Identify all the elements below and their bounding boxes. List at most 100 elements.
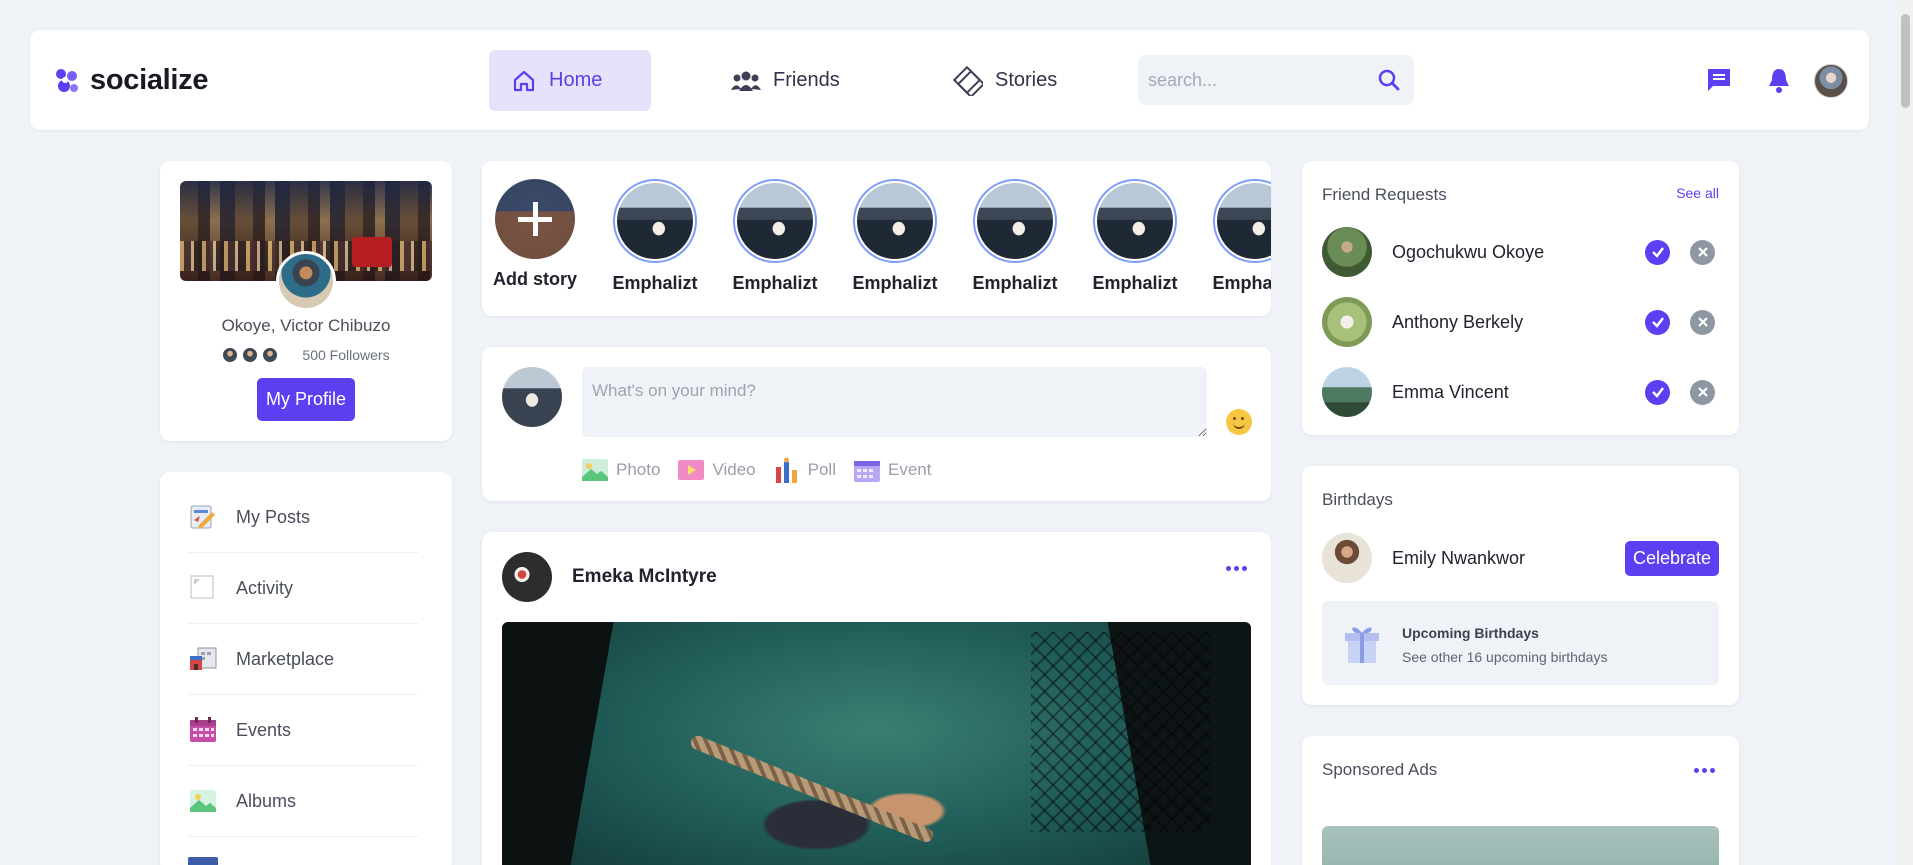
search-icon[interactable] (1376, 67, 1402, 93)
friend-requests-title: Friend Requests (1322, 185, 1447, 204)
plus-icon (518, 202, 552, 236)
poll-button[interactable]: Poll (774, 457, 836, 483)
story-thumbnail (617, 183, 693, 259)
story-item[interactable]: Emphalizt (605, 179, 705, 294)
upcoming-birthdays[interactable]: Upcoming Birthdays See other 16 upcoming… (1322, 601, 1719, 685)
ad-image[interactable] (1322, 826, 1719, 865)
poll-label: Poll (807, 460, 836, 479)
see-all-link[interactable]: See all (1676, 185, 1719, 201)
event-calendar-icon (853, 461, 880, 482)
follower-avatar (242, 347, 259, 363)
story-item[interactable]: Emphalizt (1085, 179, 1185, 294)
sponsored-ads-title: Sponsored Ads (1322, 760, 1438, 779)
story-item[interactable]: Emphalizt (965, 179, 1065, 294)
decline-x-icon[interactable] (1690, 309, 1715, 335)
sponsored-ads-card: Sponsored Ads (1302, 736, 1739, 865)
photo-button[interactable]: Photo (582, 457, 660, 483)
requester-avatar[interactable] (1322, 367, 1372, 417)
feed-post: Emeka McIntyre (482, 532, 1271, 865)
upcoming-birthdays-subtitle: See other 16 upcoming birthdays (1402, 649, 1608, 665)
post-image[interactable] (502, 622, 1251, 865)
video-icon (678, 460, 705, 480)
requester-name[interactable]: Ogochukwu Okoye (1392, 242, 1645, 263)
photo-label: Photo (616, 460, 661, 479)
messages-icon[interactable] (1705, 66, 1733, 94)
stories-icon (953, 65, 983, 96)
accept-check-icon[interactable] (1645, 309, 1670, 335)
ads-more-options-icon[interactable] (1694, 768, 1715, 773)
home-icon (513, 70, 535, 91)
brand-logo[interactable]: socialize (52, 64, 209, 97)
menu-item-activity[interactable]: Activity (188, 553, 418, 624)
story-label: Emphalizt (852, 273, 938, 293)
birthday-person-name[interactable]: Emily Nwankwor (1392, 548, 1625, 569)
birthdays-title: Birthdays (1322, 490, 1393, 509)
nav-home-label: Home (549, 69, 603, 91)
requester-name[interactable]: Emma Vincent (1392, 382, 1645, 403)
search-input[interactable] (1138, 55, 1358, 105)
friend-requests-card: Friend Requests See all Ogochukwu Okoye … (1302, 161, 1739, 435)
poll-icon (775, 457, 797, 483)
story-thumbnail (1217, 183, 1271, 259)
nav-stories-label: Stories (995, 69, 1058, 91)
composer-avatar (502, 367, 562, 427)
event-button[interactable]: Event (853, 457, 932, 483)
album-icon (188, 786, 218, 816)
my-profile-button[interactable]: My Profile (257, 378, 355, 421)
requester-avatar[interactable] (1322, 297, 1372, 347)
story-label: Emphalizt (612, 273, 698, 293)
friends-icon (731, 71, 761, 91)
profile-card: Okoye, Victor Chibuzo 500 Followers My P… (160, 161, 452, 441)
menu-item-events[interactable]: Events (188, 695, 418, 766)
search-bar (1138, 55, 1414, 105)
composer-actions: Photo Video Poll Event (582, 457, 931, 483)
photo-icon (582, 459, 608, 481)
follower-avatar (222, 347, 239, 363)
notifications-bell-icon[interactable] (1766, 66, 1792, 94)
menu-item-marketplace[interactable]: Marketplace (188, 624, 418, 695)
menu-item-albums[interactable]: Albums (188, 766, 418, 837)
story-label: Emphalizt (1092, 273, 1178, 293)
story-item[interactable]: Emphalizt (1205, 179, 1271, 294)
post-author-avatar[interactable] (502, 552, 552, 602)
nav-friends[interactable]: Friends (709, 50, 862, 111)
menu-item-my-posts[interactable]: My Posts (188, 482, 418, 553)
follower-avatar (262, 347, 279, 363)
follower-count: 500 Followers (302, 347, 390, 363)
video-button[interactable]: Video (678, 457, 756, 483)
nav-home[interactable]: Home (489, 50, 651, 111)
scrollbar-thumb[interactable] (1901, 14, 1910, 108)
menu-item-icon-partial (188, 857, 218, 865)
posts-icon (188, 502, 218, 532)
celebrate-button[interactable]: Celebrate (1625, 540, 1719, 576)
friend-request-row: Ogochukwu Okoye (1322, 226, 1719, 278)
requester-avatar[interactable] (1322, 227, 1372, 277)
requester-name[interactable]: Anthony Berkely (1392, 312, 1645, 333)
story-label: Emphalizt (732, 273, 818, 293)
page-scrollbar[interactable] (1898, 0, 1913, 865)
post-composer: Photo Video Poll Event (482, 347, 1271, 501)
decline-x-icon[interactable] (1690, 239, 1715, 265)
event-label: Event (887, 460, 932, 479)
post-more-options-icon[interactable] (1226, 566, 1247, 571)
birthday-person-avatar[interactable] (1322, 533, 1372, 583)
birthdays-card: Birthdays Emily Nwankwor Celebrate Upcom… (1302, 466, 1739, 705)
story-item[interactable]: Emphalizt (725, 179, 825, 294)
birthday-row: Emily Nwankwor Celebrate (1322, 532, 1719, 584)
user-avatar[interactable] (1814, 64, 1848, 98)
add-story[interactable]: Add story (485, 179, 585, 290)
menu-item-label: My Posts (236, 506, 311, 527)
post-author-name[interactable]: Emeka McIntyre (572, 566, 717, 588)
profile-avatar[interactable] (276, 251, 336, 311)
emoji-icon[interactable] (1226, 409, 1252, 435)
story-item[interactable]: Emphalizt (845, 179, 945, 294)
accept-check-icon[interactable] (1645, 379, 1670, 405)
friend-request-row: Emma Vincent (1322, 366, 1719, 418)
accept-check-icon[interactable] (1645, 239, 1670, 265)
upcoming-birthdays-title: Upcoming Birthdays (1402, 625, 1539, 641)
story-thumbnail (977, 183, 1053, 259)
nav-stories[interactable]: Stories (931, 50, 1079, 111)
post-input[interactable] (582, 367, 1207, 437)
decline-x-icon[interactable] (1690, 379, 1715, 405)
story-thumbnail (737, 183, 813, 259)
